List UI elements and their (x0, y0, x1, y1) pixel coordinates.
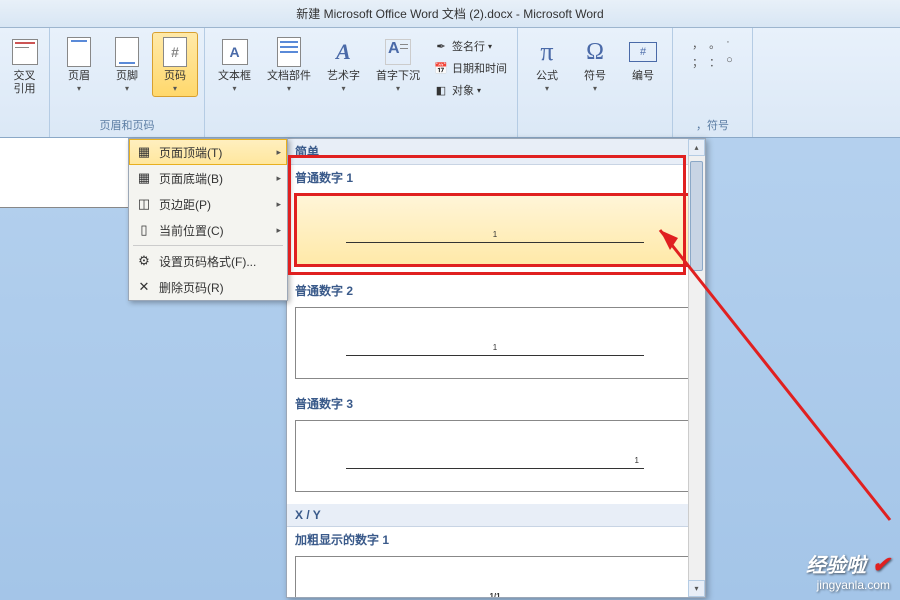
header-button[interactable]: 页眉 ▾ (56, 32, 102, 97)
gallery-section-xy: X / Y (287, 504, 703, 527)
gallery-item-plain-2[interactable]: 1 (295, 307, 695, 379)
gallery-item-plain-3[interactable]: 1 (295, 420, 695, 492)
page-number-button[interactable]: # 页码 ▾ (152, 32, 198, 97)
header-icon (63, 36, 95, 68)
chevron-down-icon: ▾ (477, 86, 481, 95)
chevron-right-icon: ▸ (276, 147, 281, 158)
cross-reference-button[interactable]: 交叉 引用 (2, 32, 48, 100)
gallery-item-label: 加粗显示的数字 1 (287, 527, 703, 552)
dropcap-button[interactable]: A 首字下沉 ▾ (369, 32, 427, 97)
punct-icon[interactable]: ： (709, 54, 720, 70)
chevron-right-icon: ▸ (276, 225, 281, 236)
signature-icon: ✒ (433, 38, 449, 54)
chevron-down-icon: ▾ (396, 84, 400, 93)
scroll-down-button[interactable]: ▾ (688, 580, 705, 597)
menu-current-position[interactable]: ▯ 当前位置(C) ▸ (129, 217, 287, 243)
punct-icon[interactable]: ○ (726, 54, 733, 70)
chevron-down-icon: ▾ (287, 84, 291, 93)
current-pos-icon: ▯ (135, 221, 153, 239)
signature-line-button[interactable]: ✒签名行▾ (429, 36, 511, 56)
object-icon: ◧ (433, 82, 449, 98)
chevron-down-icon: ▾ (173, 84, 177, 93)
check-icon: ✔ (872, 552, 890, 577)
gallery-item-label: 普通数字 3 (287, 391, 703, 416)
gallery-item-plain-1[interactable]: 1 (295, 194, 695, 266)
ribbon-group-header-footer: 页眉 ▾ 页脚 ▾ # 页码 ▾ 页眉和页码 (50, 28, 205, 137)
chevron-down-icon: ▾ (593, 84, 597, 93)
chevron-down-icon: ▾ (232, 84, 236, 93)
footer-icon (111, 36, 143, 68)
remove-icon: ✕ (135, 278, 153, 296)
menu-page-top[interactable]: ▦ 页面顶端(T) ▸ (129, 139, 287, 165)
gallery-scrollbar[interactable]: ▴ ▾ (688, 139, 705, 597)
menu-remove-page-numbers[interactable]: ✕ 删除页码(R) (129, 274, 287, 300)
menu-format-page-numbers[interactable]: ⚙ 设置页码格式(F)... (129, 248, 287, 274)
symbol-button[interactable]: Ω 符号 ▾ (572, 32, 618, 97)
calendar-icon: 📅 (433, 60, 449, 76)
scroll-up-button[interactable]: ▴ (688, 139, 705, 156)
format-icon: ⚙ (135, 252, 153, 270)
watermark: 经验啦 ✔ jingyanla.com (806, 549, 890, 592)
document-area (0, 138, 130, 208)
datetime-button[interactable]: 📅日期和时间 (429, 58, 511, 78)
ribbon: 交叉 引用 页眉 ▾ 页脚 ▾ # 页码 ▾ 页眉和页码 (0, 28, 900, 138)
title-bar: 新建 Microsoft Office Word 文档 (2).docx - M… (0, 0, 900, 28)
menu-page-bottom[interactable]: ▦ 页面底端(B) ▸ (129, 165, 287, 191)
page-bottom-icon: ▦ (135, 169, 153, 187)
chevron-down-icon: ▾ (488, 42, 492, 51)
menu-page-margin[interactable]: ◫ 页边距(P) ▸ (129, 191, 287, 217)
equation-icon: π (531, 36, 563, 68)
footer-button[interactable]: 页脚 ▾ (104, 32, 150, 97)
page-margin-icon: ◫ (135, 195, 153, 213)
quickparts-button[interactable]: 文档部件 ▾ (260, 32, 318, 97)
page-top-icon: ▦ (135, 143, 153, 161)
number-icon: # (627, 36, 659, 68)
punct-icon[interactable]: · (726, 36, 730, 52)
gallery-item-label: 普通数字 1 (287, 165, 703, 190)
punct-icon[interactable]: 。 (709, 36, 720, 52)
parts-icon (273, 36, 305, 68)
page-number-dropdown: ▦ 页面顶端(T) ▸ ▦ 页面底端(B) ▸ ◫ 页边距(P) ▸ ▯ 当前位… (128, 138, 288, 301)
number-button[interactable]: # 编号 (620, 32, 666, 87)
dropcap-icon: A (382, 36, 414, 68)
window-title: 新建 Microsoft Office Word 文档 (2).docx - M… (296, 5, 603, 22)
gallery-item-label: 普通数字 2 (287, 278, 703, 303)
ribbon-group-ref: 交叉 引用 (0, 28, 50, 137)
textbox-icon: A (219, 36, 251, 68)
wordart-icon: A (328, 36, 360, 68)
ribbon-group-special: ， 。 · ； ： ○ ，符号 (673, 28, 753, 137)
page-number-gallery: 简单 普通数字 1 1 普通数字 2 1 普通数字 3 1 X / Y 加粗显示… (286, 138, 706, 598)
ribbon-group-text: A 文本框 ▾ 文档部件 ▾ A 艺术字 ▾ A 首字下沉 ▾ ✒签名行▾ � (205, 28, 518, 137)
cross-ref-icon (9, 36, 41, 68)
gallery-section-simple: 简单 (287, 139, 703, 165)
textbox-button[interactable]: A 文本框 ▾ (211, 32, 258, 97)
page-number-icon: # (159, 36, 191, 68)
wordart-button[interactable]: A 艺术字 ▾ (320, 32, 367, 97)
scrollbar-thumb[interactable] (690, 161, 703, 271)
chevron-right-icon: ▸ (276, 173, 281, 184)
object-button[interactable]: ◧对象▾ (429, 80, 511, 100)
gallery-item-bold-1[interactable]: 1/1 (295, 556, 695, 597)
symbol-icon: Ω (579, 36, 611, 68)
punct-icon[interactable]: ； (692, 54, 703, 70)
punct-icon[interactable]: ， (692, 36, 703, 52)
menu-separator (133, 245, 283, 246)
chevron-down-icon: ▾ (341, 84, 345, 93)
chevron-down-icon: ▾ (77, 84, 81, 93)
chevron-right-icon: ▸ (276, 199, 281, 210)
chevron-down-icon: ▾ (125, 84, 129, 93)
equation-button[interactable]: π 公式 ▾ (524, 32, 570, 97)
ribbon-group-symbols: π 公式 ▾ Ω 符号 ▾ # 编号 (518, 28, 673, 137)
chevron-down-icon: ▾ (545, 84, 549, 93)
